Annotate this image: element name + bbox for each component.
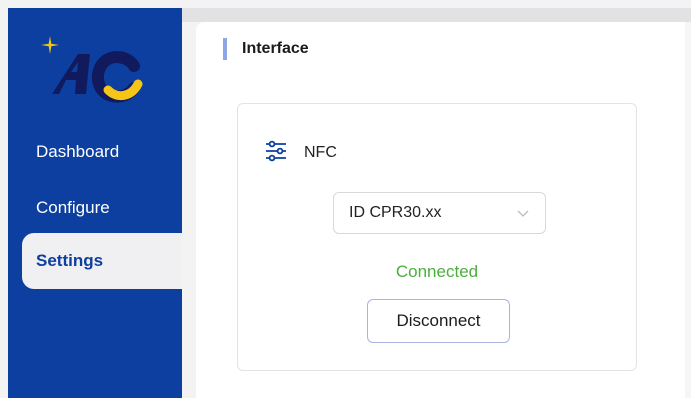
device-select-value: ID CPR30.xx bbox=[349, 204, 442, 221]
ac-logo bbox=[41, 36, 143, 103]
device-select[interactable]: ID CPR30.xx bbox=[333, 192, 546, 234]
sidebar-item-label: Dashboard bbox=[36, 142, 120, 161]
section-accent-bar bbox=[223, 38, 227, 60]
chevron-down-icon bbox=[517, 210, 529, 217]
sidebar-item-configure[interactable]: Configure bbox=[22, 180, 182, 236]
sidebar: Dashboard Configure Settings bbox=[8, 8, 182, 398]
nfc-card: NFC ID CPR30.xx Connected Disconnect bbox=[237, 103, 637, 371]
disconnect-button[interactable]: Disconnect bbox=[367, 299, 510, 343]
sidebar-item-dashboard[interactable]: Dashboard bbox=[22, 124, 182, 180]
sidebar-item-label: Settings bbox=[36, 251, 104, 270]
sidebar-item-settings[interactable]: Settings bbox=[22, 233, 182, 289]
nfc-title: NFC bbox=[304, 144, 337, 161]
main-panel: Interface NFC ID CPR30.xx Connected Disc… bbox=[196, 22, 691, 398]
sidebar-item-label: Configure bbox=[36, 198, 110, 217]
sliders-icon bbox=[266, 140, 286, 162]
top-bar bbox=[182, 8, 691, 22]
connection-status: Connected bbox=[395, 262, 479, 281]
section-title: Interface bbox=[242, 40, 309, 57]
right-edge bbox=[685, 22, 691, 398]
